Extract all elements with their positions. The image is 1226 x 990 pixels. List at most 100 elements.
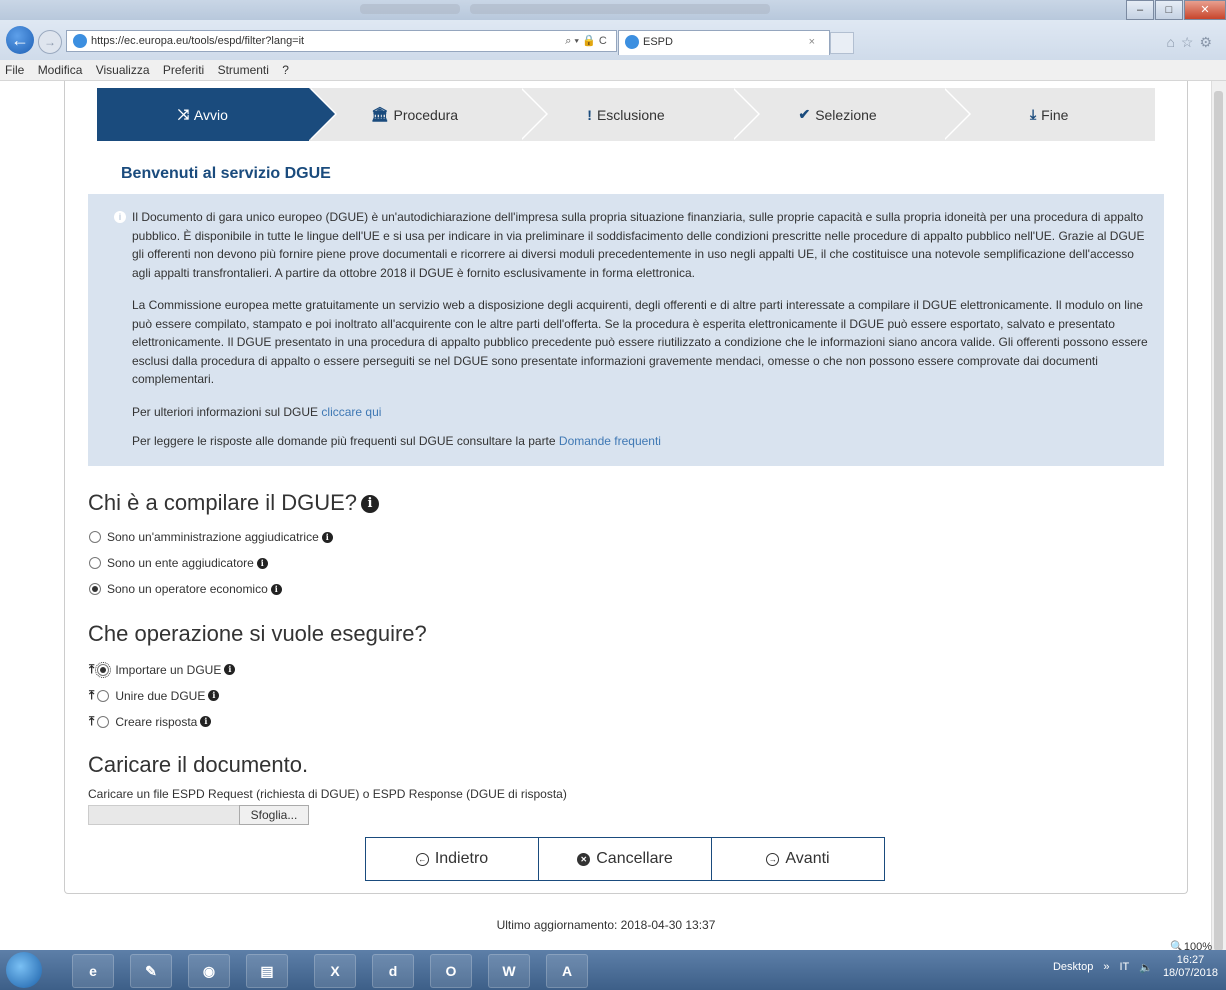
institution-icon: 🏛 bbox=[370, 106, 389, 122]
radio-button[interactable] bbox=[89, 531, 101, 543]
upload-label: Caricare un file ESPD Request (richiesta… bbox=[88, 787, 567, 801]
info-text: Per leggere le risposte alle domande più… bbox=[132, 434, 559, 448]
acrobat-taskbar-icon[interactable]: A bbox=[546, 954, 588, 988]
upload-icon: ⤒ bbox=[89, 662, 95, 676]
step-esclusione[interactable]: ! Esclusione bbox=[520, 88, 760, 141]
ie-icon bbox=[625, 35, 639, 49]
next-button[interactable]: → Avanti bbox=[711, 837, 885, 881]
radio-button[interactable] bbox=[97, 715, 110, 728]
radio-label: Importare un DGUE bbox=[115, 662, 222, 677]
info-paragraph-3: Per ulteriori informazioni sul DGUE clic… bbox=[132, 403, 1154, 422]
last-update-footer: Ultimo aggiornamento: 2018-04-30 13:37 bbox=[496, 918, 716, 932]
info-icon[interactable]: i bbox=[208, 690, 220, 701]
radio-button[interactable] bbox=[97, 689, 110, 702]
step-label: Esclusione bbox=[596, 106, 665, 123]
forward-icon[interactable]: → bbox=[38, 30, 62, 54]
info-icon: i bbox=[114, 211, 126, 223]
new-tab-button[interactable] bbox=[830, 32, 854, 54]
chevron-right-icon[interactable]: » bbox=[1103, 961, 1109, 973]
explorer-taskbar-icon[interactable]: ▤ bbox=[246, 954, 288, 988]
ie-icon bbox=[73, 34, 87, 48]
cancel-button[interactable]: ✕ Cancellare bbox=[538, 837, 712, 881]
radio-button[interactable] bbox=[89, 583, 101, 595]
ie-taskbar-icon[interactable]: e bbox=[72, 954, 114, 988]
step-fine[interactable]: ⤓ Fine bbox=[943, 88, 1155, 141]
back-icon[interactable]: ← bbox=[6, 26, 34, 54]
menu-help[interactable]: ? bbox=[277, 60, 294, 80]
radio-label: Sono un operatore economico bbox=[107, 582, 268, 596]
info-icon[interactable]: i bbox=[321, 531, 333, 543]
language-indicator[interactable]: IT bbox=[1119, 961, 1129, 973]
minimize-button[interactable]: – bbox=[1126, 0, 1154, 20]
shuffle-icon: ⤨ bbox=[177, 106, 189, 122]
back-button[interactable]: ← Indietro bbox=[365, 837, 539, 881]
url-text: https://ec.europa.eu/tools/espd/filter?l… bbox=[91, 35, 305, 47]
who-heading-text: Chi è a compilare il DGUE? bbox=[88, 490, 357, 515]
scroll-thumb[interactable] bbox=[1214, 91, 1223, 951]
desktop-toolbar[interactable]: Desktop bbox=[1053, 961, 1093, 973]
menu-visualizza[interactable]: Visualizza bbox=[91, 60, 155, 80]
operation-heading: Che operazione si vuole eseguire? bbox=[88, 621, 427, 646]
volume-icon[interactable]: 🔈 bbox=[1139, 961, 1153, 974]
arrow-right-circle-icon: → bbox=[766, 852, 780, 866]
firefox-taskbar-icon[interactable]: ◉ bbox=[188, 954, 230, 988]
window-titlebar: – □ ✕ bbox=[0, 0, 1226, 20]
radio-operatore[interactable]: Sono un operatore economico i bbox=[89, 582, 282, 596]
clock-time: 16:27 bbox=[1176, 954, 1205, 966]
info-paragraph-4: Per leggere le risposte alle domande più… bbox=[132, 432, 1154, 451]
step-avvio[interactable]: ⤨ Avvio bbox=[97, 88, 337, 141]
info-icon[interactable]: i bbox=[360, 495, 379, 514]
browser-tab[interactable]: ESPD × bbox=[618, 30, 830, 55]
paint-taskbar-icon[interactable]: ✎ bbox=[130, 954, 172, 988]
info-text: Per ulteriori informazioni sul DGUE bbox=[132, 405, 322, 419]
radio-amministrazione[interactable]: Sono un'amministrazione aggiudicatrice i bbox=[89, 530, 333, 544]
vertical-scrollbar[interactable] bbox=[1211, 81, 1226, 963]
faq-link[interactable]: Domande frequenti bbox=[559, 434, 661, 448]
clock[interactable]: 16:27 18/07/2018 bbox=[1163, 954, 1218, 980]
windows-taskbar: e ✎ ◉ ▤ X d O W A Desktop » IT 🔈 16:27 1… bbox=[0, 950, 1226, 990]
step-procedura[interactable]: 🏛 Procedura bbox=[308, 88, 549, 141]
excel-taskbar-icon[interactable]: X bbox=[314, 954, 356, 988]
window-controls: – □ ✕ bbox=[1125, 0, 1226, 20]
word-taskbar-icon[interactable]: W bbox=[488, 954, 530, 988]
close-window-button[interactable]: ✕ bbox=[1184, 0, 1226, 20]
radio-button[interactable] bbox=[95, 661, 112, 678]
app-taskbar-icon[interactable]: d bbox=[372, 954, 414, 988]
step-selezione[interactable]: ✔ Selezione bbox=[731, 88, 972, 141]
url-controls[interactable]: ⌕ ▾ 🔒 C bbox=[556, 30, 617, 52]
clock-date: 18/07/2018 bbox=[1162, 967, 1218, 979]
menu-modifica[interactable]: Modifica bbox=[33, 60, 88, 80]
menu-preferiti[interactable]: Preferiti bbox=[158, 60, 209, 80]
browse-button[interactable]: Sfoglia... bbox=[239, 805, 309, 825]
wizard-steps: ⤨ Avvio 🏛 Procedura ! Esclusione ✔ Selez… bbox=[97, 88, 1155, 141]
close-circle-icon: ✕ bbox=[577, 852, 591, 866]
radio-creare[interactable]: ⤒ Creare risposta i bbox=[89, 714, 212, 729]
start-button[interactable] bbox=[6, 952, 42, 988]
home-star-gear-icons[interactable]: ⌂☆⚙ bbox=[1166, 34, 1218, 51]
radio-button[interactable] bbox=[89, 557, 101, 569]
info-icon[interactable]: i bbox=[200, 716, 212, 727]
radio-unire[interactable]: ⤒ Unire due DGUE i bbox=[89, 688, 220, 703]
upload-icon: ⤒ bbox=[89, 714, 95, 728]
menu-file[interactable]: File bbox=[0, 60, 29, 80]
back-label: Indietro bbox=[434, 850, 489, 867]
menu-strumenti[interactable]: Strumenti bbox=[213, 60, 274, 80]
cliccare-qui-link[interactable]: cliccare qui bbox=[321, 405, 381, 419]
info-icon[interactable]: i bbox=[224, 664, 236, 675]
system-tray: Desktop » IT 🔈 16:27 18/07/2018 bbox=[1053, 954, 1218, 980]
info-icon[interactable]: i bbox=[270, 583, 282, 595]
info-icon[interactable]: i bbox=[256, 557, 268, 569]
radio-importare[interactable]: ⤒ Importare un DGUE i bbox=[89, 661, 236, 678]
outlook-taskbar-icon[interactable]: O bbox=[430, 954, 472, 988]
page-title: Benvenuti al servizio DGUE bbox=[121, 165, 331, 182]
step-label: Avvio bbox=[193, 106, 228, 123]
maximize-button[interactable]: □ bbox=[1155, 0, 1183, 20]
url-field[interactable]: https://ec.europa.eu/tools/espd/filter?l… bbox=[66, 30, 558, 52]
info-paragraph-2: La Commissione europea mette gratuitamen… bbox=[132, 298, 1148, 387]
download-icon: ⤓ bbox=[1029, 106, 1037, 122]
upload-icon: ⤒ bbox=[89, 688, 95, 702]
tab-close-icon[interactable]: × bbox=[809, 31, 815, 53]
radio-ente[interactable]: Sono un ente aggiudicatore i bbox=[89, 556, 268, 570]
radio-label: Sono un ente aggiudicatore bbox=[107, 556, 254, 570]
file-path-field[interactable] bbox=[88, 805, 240, 825]
